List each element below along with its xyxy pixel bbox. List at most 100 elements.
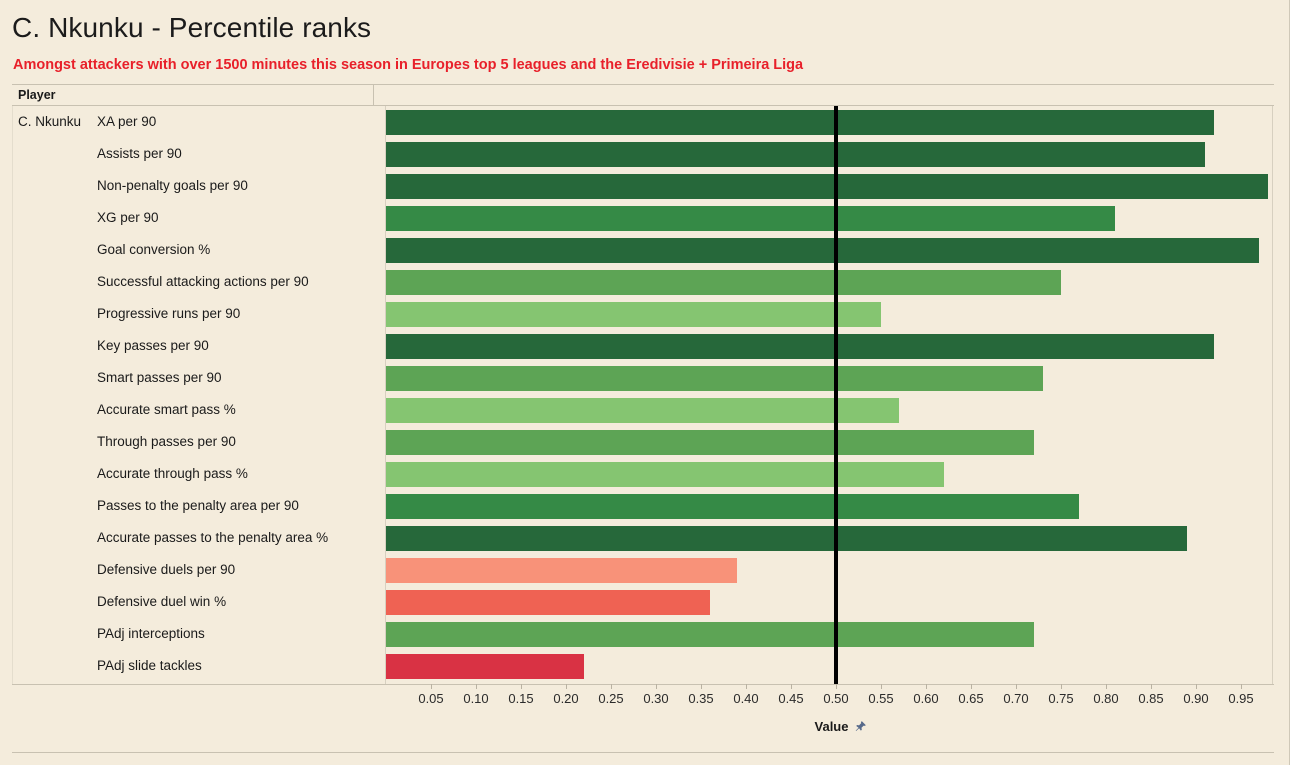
row-metric-label: Non-penalty goals per 90 [97,178,248,193]
axis-tick-label: 0.75 [1048,691,1074,706]
axis-tick-mark [881,684,882,689]
table-row[interactable]: Through passes per 90 [0,426,1290,458]
row-metric-label: Assists per 90 [97,146,182,161]
row-metric-label: Progressive runs per 90 [97,306,241,321]
row-metric-label: Goal conversion % [97,242,211,257]
axis-tick-label: 0.60 [913,691,939,706]
row-metric-label: Through passes per 90 [97,434,236,449]
table-row[interactable]: Key passes per 90 [0,330,1290,362]
axis-tick-mark [971,684,972,689]
axis-tick-label: 0.20 [553,691,579,706]
row-metric-label: Accurate smart pass % [97,402,236,417]
axis-tick-label: 0.40 [733,691,759,706]
axis-tick-mark [1196,684,1197,689]
bar[interactable] [386,462,944,487]
bar[interactable] [386,206,1115,231]
axis-tick-mark [656,684,657,689]
table-row[interactable]: Non-penalty goals per 90 [0,170,1290,202]
axis-tick-mark [746,684,747,689]
table-row[interactable]: PAdj interceptions [0,618,1290,650]
axis-tick-label: 0.55 [868,691,894,706]
bar[interactable] [386,430,1034,455]
table-row[interactable]: C. Nkunku XA per 90 [0,106,1290,138]
axis-tick-label: 0.65 [958,691,984,706]
bar[interactable] [386,174,1268,199]
bar[interactable] [386,334,1214,359]
row-metric-label: XA per 90 [97,114,157,129]
row-metric-label: Passes to the penalty area per 90 [97,498,299,513]
axis-tick-label: 0.45 [778,691,804,706]
bar[interactable] [386,270,1061,295]
row-metric-label: Accurate through pass % [97,466,248,481]
table-row[interactable]: XG per 90 [0,202,1290,234]
x-axis-title-label: Value [814,719,849,734]
table-row[interactable]: Passes to the penalty area per 90 [0,490,1290,522]
row-metric-label: XG per 90 [97,210,159,225]
reference-line-50th-percentile [834,106,838,684]
x-axis-ticks: 0.05 0.10 0.15 0.20 0.25 0.30 0.35 0.40 0.45 0.50… [0,684,1290,710]
bar[interactable] [386,142,1205,167]
axis-tick-label: 0.30 [643,691,669,706]
bar[interactable] [386,494,1079,519]
column-header-player: Player [18,88,56,102]
x-axis-title: Value [0,719,1290,734]
row-metric-label: Key passes per 90 [97,338,209,353]
axis-tick-label: 0.35 [688,691,714,706]
axis-tick-label: 0.50 [823,691,849,706]
table-row[interactable]: Assists per 90 [0,138,1290,170]
axis-tick-mark [1151,684,1152,689]
table-row[interactable]: Accurate smart pass % [0,394,1290,426]
axis-tick-label: 0.95 [1228,691,1254,706]
page-title: C. Nkunku - Percentile ranks [12,12,372,43]
table-row[interactable]: Goal conversion % [0,234,1290,266]
axis-tick-label: 0.15 [508,691,534,706]
table-row[interactable]: Successful attacking actions per 90 [0,266,1290,298]
pin-icon[interactable] [854,720,867,733]
axis-tick-mark [791,684,792,689]
axis-tick-mark [1241,684,1242,689]
table-header-band: Player [12,84,1274,106]
axis-tick-label: 0.25 [598,691,624,706]
axis-tick-mark [521,684,522,689]
bar[interactable] [386,558,737,583]
table-row[interactable]: Defensive duels per 90 [0,554,1290,586]
axis-tick-label: 0.80 [1093,691,1119,706]
table-row[interactable]: Progressive runs per 90 [0,298,1290,330]
bar[interactable] [386,654,584,679]
bar[interactable] [386,590,710,615]
axis-tick-label: 0.05 [418,691,444,706]
bar[interactable] [386,110,1214,135]
axis-tick-label: 0.70 [1003,691,1029,706]
table-row[interactable]: Accurate passes to the penalty area % [0,522,1290,554]
row-metric-label: Successful attacking actions per 90 [97,274,309,289]
bar[interactable] [386,398,899,423]
row-metric-label: PAdj slide tackles [97,658,202,673]
axis-tick-mark [1061,684,1062,689]
axis-tick-mark [476,684,477,689]
axis-tick-label: 0.85 [1138,691,1164,706]
axis-tick-mark [1106,684,1107,689]
axis-bottom-border [12,752,1274,753]
axis-tick-mark [1016,684,1017,689]
axis-tick-mark [836,684,837,689]
percentile-ranks-chart: C. Nkunku - Percentile ranks Amongst att… [0,0,1290,765]
axis-tick-label: 0.90 [1183,691,1209,706]
header-column-divider [373,84,374,106]
table-row[interactable]: Smart passes per 90 [0,362,1290,394]
bar[interactable] [386,366,1043,391]
row-metric-label: Accurate passes to the penalty area % [97,530,329,545]
bar[interactable] [386,622,1034,647]
row-player-name: C. Nkunku [18,114,82,129]
bar[interactable] [386,238,1259,263]
bar[interactable] [386,302,881,327]
row-metric-label: Smart passes per 90 [97,370,222,385]
bar[interactable] [386,526,1187,551]
axis-tick-label: 0.10 [463,691,489,706]
table-row[interactable]: Defensive duel win % [0,586,1290,618]
page-subtitle: Amongst attackers with over 1500 minutes… [13,57,804,73]
row-metric-label: PAdj interceptions [97,626,205,641]
bar-rows-container: C. Nkunku XA per 90 Assists per 90 Non-pena… [0,106,1290,684]
table-row[interactable]: Accurate through pass % [0,458,1290,490]
table-row[interactable]: PAdj slide tackles [0,650,1290,682]
axis-tick-mark [926,684,927,689]
